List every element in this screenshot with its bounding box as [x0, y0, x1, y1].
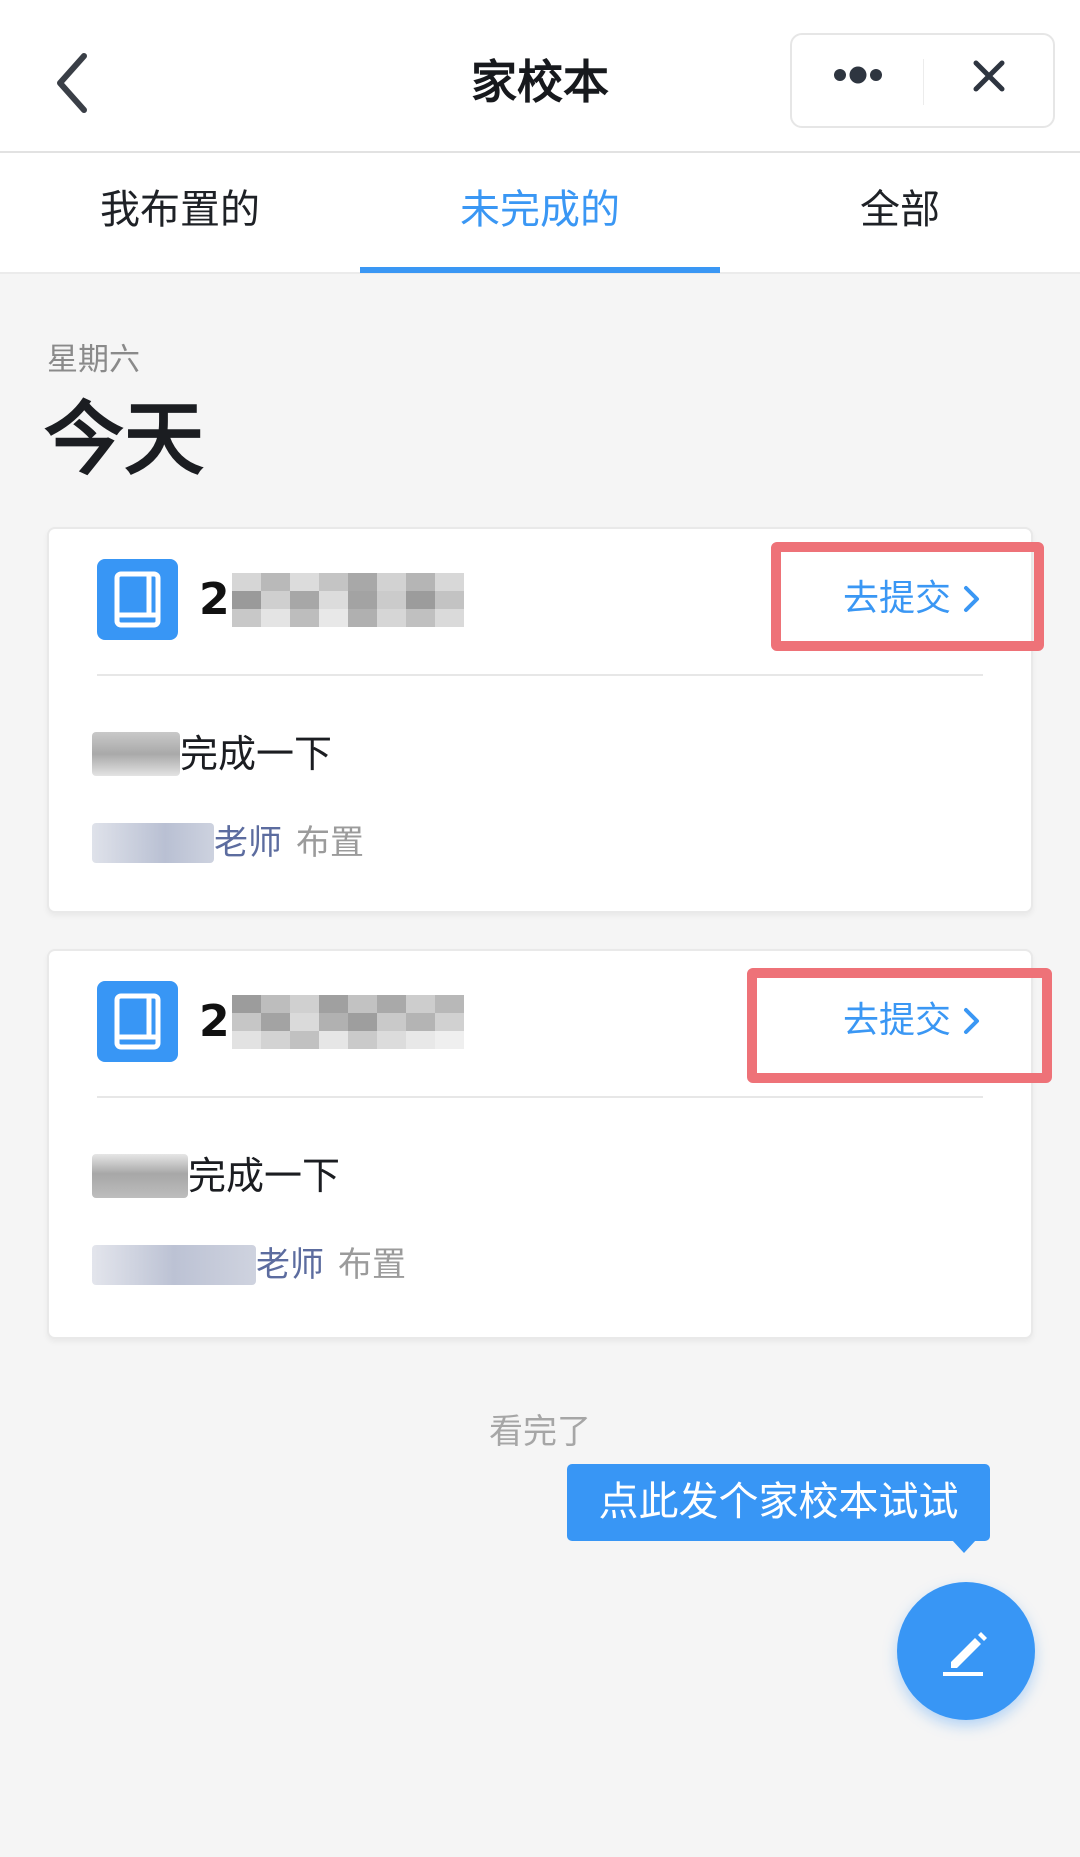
- redacted-teacher-name: [92, 823, 214, 863]
- submit-button[interactable]: 去提交: [843, 569, 983, 629]
- weekday-label: 星期六: [47, 342, 140, 378]
- mini-program-capsule: [790, 33, 1055, 128]
- more-dots-icon: [834, 66, 882, 84]
- active-tab-indicator: [360, 267, 720, 273]
- teacher-name: 老师: [256, 1245, 324, 1285]
- create-hint-tooltip[interactable]: 点此发个家校本试试: [567, 1464, 990, 1541]
- redacted-teacher-name: [92, 1245, 256, 1285]
- chevron-right-icon: [964, 586, 979, 612]
- redacted-title: [231, 995, 464, 1049]
- day-heading: 今天: [44, 393, 204, 486]
- assigned-by: 老师 布置: [92, 821, 364, 865]
- close-button[interactable]: [924, 35, 1055, 126]
- more-button[interactable]: [792, 35, 923, 126]
- redacted-content-prefix: [92, 732, 180, 776]
- assigned-label: 布置: [338, 1245, 406, 1285]
- tab-all[interactable]: 全部: [720, 153, 1080, 272]
- book-icon: [97, 559, 178, 640]
- assigned-by: 老师 布置: [92, 1243, 406, 1287]
- homework-content-text: 完成一下: [180, 732, 333, 776]
- homework-card[interactable]: 2 去提交 完成一下 老师 布置: [47, 949, 1033, 1339]
- redacted-title: [231, 573, 464, 627]
- nav-header: 家校本: [0, 0, 1080, 153]
- submit-label: 去提交: [842, 578, 951, 619]
- close-icon: [973, 60, 1005, 92]
- card-title-text: 2: [199, 996, 230, 1047]
- card-title-text: 2: [199, 574, 230, 625]
- redacted-content-prefix: [92, 1154, 188, 1198]
- submit-button[interactable]: 去提交: [843, 991, 983, 1051]
- teacher-name: 老师: [214, 823, 282, 863]
- tab-incomplete[interactable]: 未完成的: [360, 153, 720, 272]
- card-title: 2: [199, 565, 464, 635]
- homework-content: 完成一下: [92, 1151, 340, 1201]
- tab-assigned-by-me[interactable]: 我布置的: [0, 153, 360, 272]
- homework-content: 完成一下: [92, 729, 332, 779]
- homework-content-text: 完成一下: [188, 1154, 341, 1198]
- card-title: 2: [199, 987, 464, 1057]
- book-icon: [97, 981, 178, 1062]
- pencil-edit-icon: [943, 1632, 987, 1676]
- tab-bar: 我布置的 未完成的 全部: [0, 153, 1080, 274]
- create-homework-button[interactable]: [897, 1582, 1035, 1720]
- tooltip-arrow: [952, 1540, 976, 1553]
- card-divider: [97, 674, 983, 676]
- card-divider: [97, 1096, 983, 1098]
- end-of-list-text: 看完了: [489, 1412, 591, 1452]
- assigned-label: 布置: [296, 823, 364, 863]
- submit-label: 去提交: [842, 1000, 951, 1041]
- homework-card[interactable]: 2 去提交 完成一下 老师 布置: [47, 527, 1033, 913]
- chevron-right-icon: [964, 1008, 979, 1034]
